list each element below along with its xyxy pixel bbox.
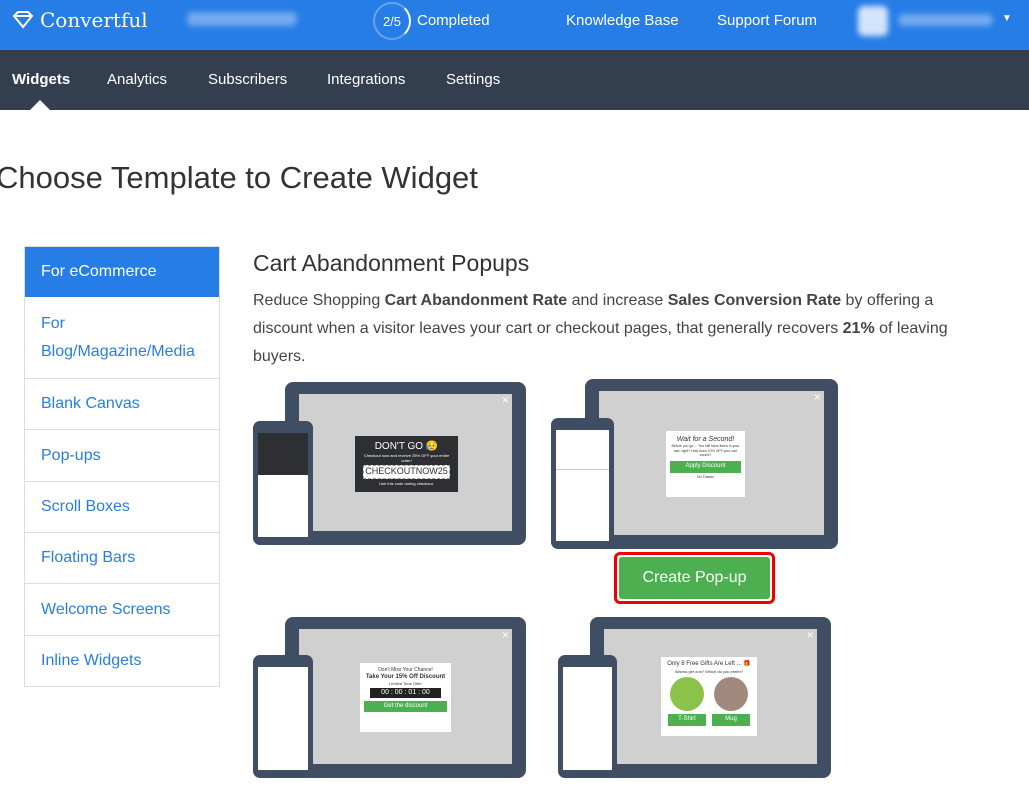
close-icon: ✕ bbox=[501, 395, 509, 405]
page-title: Choose Template to Create Widget bbox=[0, 160, 478, 195]
popup-text: Take Your 15% Off Discount bbox=[365, 673, 446, 680]
close-icon: ✕ bbox=[501, 630, 509, 640]
category-sidebar: For eCommerce For Blog/Magazine/Media Bl… bbox=[24, 246, 220, 687]
support-forum-link[interactable]: Support Forum bbox=[717, 12, 817, 29]
brand-name: Convertful bbox=[40, 8, 148, 32]
chevron-down-icon[interactable]: ▼ bbox=[1002, 13, 1012, 24]
mug-button-preview: Mug bbox=[712, 713, 750, 726]
main-nav: Widgets Analytics Subscribers Integratio… bbox=[0, 50, 1029, 110]
progress-ring[interactable]: 2/5 bbox=[373, 2, 411, 40]
popup-text: Wanna get one? Which do you prefer? bbox=[674, 668, 744, 674]
no-thanks-preview: No Thanks bbox=[697, 474, 714, 479]
sidebar-item-blog[interactable]: For Blog/Magazine/Media bbox=[25, 297, 219, 378]
description-text: Reduce Shopping bbox=[253, 292, 385, 309]
knowledge-base-link[interactable]: Knowledge Base bbox=[566, 12, 679, 29]
sidebar-item-popups[interactable]: Pop-ups bbox=[25, 429, 219, 481]
popup-preview: Wait for a Second! Before you go ... You… bbox=[666, 431, 745, 497]
description-text: and increase bbox=[567, 292, 668, 309]
mug-image bbox=[714, 676, 748, 711]
sidebar-item-inline-widgets[interactable]: Inline Widgets bbox=[25, 635, 219, 686]
phone-mockup bbox=[551, 418, 614, 549]
create-popup-button[interactable]: Create Pop-up bbox=[619, 557, 770, 599]
popup-preview: DON'T GO 😥 Checkout now and receive 25% … bbox=[355, 436, 458, 492]
section-title: Cart Abandonment Popups bbox=[253, 250, 530, 276]
tab-subscribers[interactable]: Subscribers bbox=[208, 71, 287, 88]
section-description: Reduce Shopping Cart Abandonment Rate an… bbox=[253, 287, 993, 371]
sidebar-item-welcome-screens[interactable]: Welcome Screens bbox=[25, 583, 219, 635]
close-icon: ✕ bbox=[813, 392, 821, 402]
apply-discount-preview: Apply Discount bbox=[670, 460, 741, 473]
tshirt-image bbox=[670, 676, 704, 711]
active-tab-caret bbox=[30, 100, 50, 110]
tab-widgets[interactable]: Widgets bbox=[12, 71, 70, 88]
sidebar-item-blank-canvas[interactable]: Blank Canvas bbox=[25, 378, 219, 429]
top-bar: Convertful 2/5 Completed Knowledge Base … bbox=[0, 0, 1029, 50]
progress-count: 2/5 bbox=[382, 13, 402, 29]
popup-preview: Only 8 Free Gifts Are Left ... 🎁 Wanna g… bbox=[661, 657, 757, 736]
progress-label[interactable]: Completed bbox=[417, 12, 490, 29]
popup-text: Before you go ... You still have items i… bbox=[671, 444, 740, 458]
user-name-blurred[interactable] bbox=[898, 14, 993, 26]
popup-text: Checkout now and receive 25% OFF your en… bbox=[363, 453, 450, 464]
popup-title: DON'T GO 😥 bbox=[374, 441, 439, 452]
tab-integrations[interactable]: Integrations bbox=[327, 71, 405, 88]
popup-note: Limited Time Offer bbox=[389, 681, 422, 687]
highlight-text: Sales Conversion Rate bbox=[667, 292, 842, 309]
popup-title: Wait for a Second! bbox=[676, 436, 735, 443]
create-popup-button-highlight[interactable]: Create Pop-up bbox=[614, 552, 775, 604]
avatar[interactable] bbox=[858, 6, 888, 36]
brand-logo[interactable]: Convertful bbox=[12, 8, 148, 32]
countdown-timer: 00 : 00 : 01 : 00 bbox=[370, 688, 441, 698]
phone-mockup bbox=[253, 421, 313, 545]
coupon-code: CHECKOUTNOW25 bbox=[363, 465, 450, 480]
tab-settings[interactable]: Settings bbox=[446, 71, 500, 88]
diamond-icon bbox=[12, 11, 34, 29]
popup-note: Use this code during checkout. bbox=[379, 481, 434, 487]
popup-preview: Don't Miss Your Chance! Take Your 15% Of… bbox=[360, 663, 451, 732]
close-icon: ✕ bbox=[806, 630, 814, 640]
sidebar-item-floating-bars[interactable]: Floating Bars bbox=[25, 532, 219, 583]
get-discount-preview: Get the discount bbox=[364, 700, 447, 713]
sidebar-item-scroll-boxes[interactable]: Scroll Boxes bbox=[25, 481, 219, 532]
sidebar-item-ecommerce[interactable]: For eCommerce bbox=[25, 247, 219, 297]
phone-mockup bbox=[558, 655, 617, 778]
popup-title: Only 8 Free Gifts Are Left ... 🎁 bbox=[667, 661, 751, 667]
highlight-text: Cart Abandonment Rate bbox=[384, 292, 568, 309]
phone-mockup bbox=[253, 655, 313, 778]
tab-analytics[interactable]: Analytics bbox=[107, 71, 167, 88]
tshirt-button-preview: T-Shirt bbox=[668, 713, 706, 726]
highlight-text: 21% bbox=[842, 320, 875, 337]
account-name-blurred bbox=[187, 12, 297, 26]
